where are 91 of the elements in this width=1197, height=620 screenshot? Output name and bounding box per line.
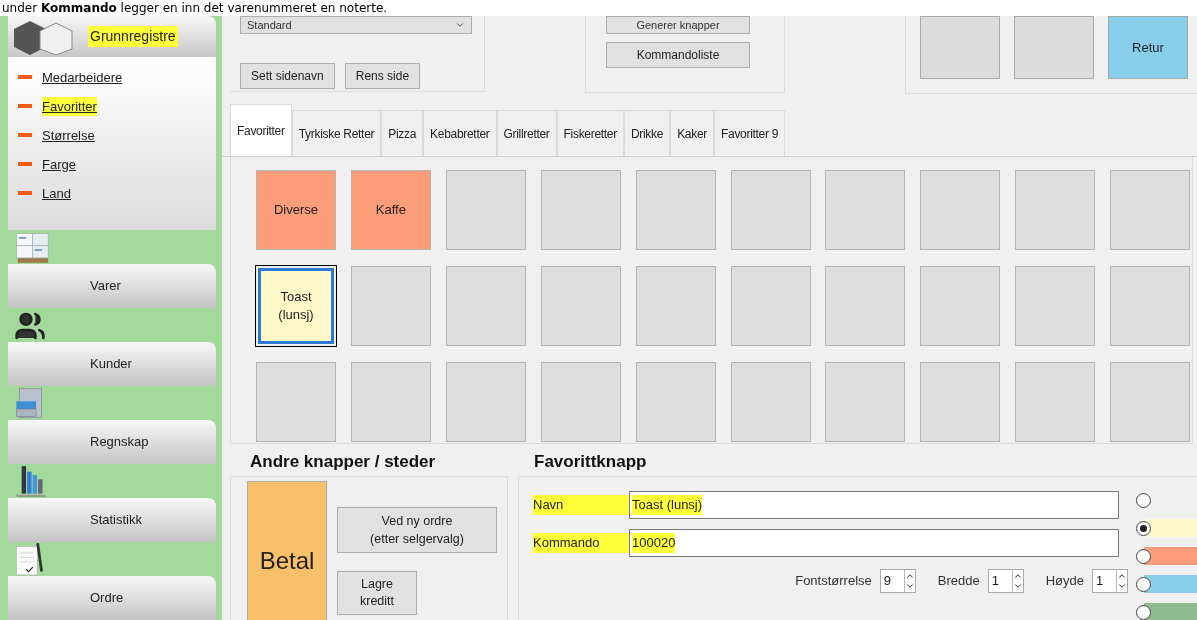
dash-icon (18, 191, 32, 196)
new-order-button[interactable]: Ved ny ordre (etter selgervalg) (337, 507, 497, 553)
empty-favorite-slot[interactable] (635, 170, 716, 250)
sidebar-link[interactable]: Farge (42, 154, 76, 175)
empty-favorite-slot[interactable] (1110, 266, 1191, 346)
filing-cabinet-icon (14, 386, 45, 420)
spinner-label: Fontstørrelse (795, 572, 872, 591)
document-with-pen-icon (14, 542, 45, 576)
empty-favorite-slot[interactable] (1110, 362, 1191, 442)
spinner-label: Høyde (1045, 572, 1084, 591)
tab[interactable]: Fiskeretter (556, 110, 624, 156)
nav-button[interactable]: Regnskap (8, 420, 216, 464)
empty-favorite-slot[interactable] (1015, 266, 1096, 346)
tab[interactable]: Tyrkiske Retter (291, 110, 382, 156)
favorite-button[interactable]: Diverse (256, 170, 336, 250)
tab[interactable]: Kaker (670, 110, 714, 156)
nav-button[interactable]: Ordre (8, 576, 216, 620)
tab[interactable]: Favoritter 9 (714, 110, 786, 156)
empty-favorite-slot[interactable] (635, 266, 716, 346)
sidebar-header-label: Grunnregistre (88, 26, 178, 48)
empty-favorite-slot[interactable] (825, 266, 906, 346)
empty-favorite-slot[interactable] (1110, 170, 1191, 250)
number-spinner[interactable]: 1 (1092, 569, 1128, 593)
dash-icon (18, 75, 32, 80)
number-spinner[interactable]: 1 (987, 569, 1024, 593)
shortcut-button[interactable] (920, 16, 1000, 79)
empty-favorite-slot[interactable] (540, 170, 621, 250)
tab[interactable]: Grillretter (496, 110, 557, 156)
group-title: Favorittknapp (533, 451, 648, 473)
pay-button[interactable]: Betal (247, 481, 327, 620)
boxes-on-pallet-icon (14, 230, 52, 264)
shortcut-button[interactable] (1014, 16, 1094, 79)
empty-favorite-slot[interactable] (445, 362, 526, 442)
text-field[interactable]: 100020 (629, 529, 1119, 557)
page-button[interactable]: Sett sidenavn (240, 63, 335, 89)
caret-icon (455, 20, 465, 30)
dash-icon (18, 162, 32, 167)
spinner-label: Bredde (937, 572, 980, 591)
sidebar-link[interactable]: Størrelse (42, 125, 95, 146)
empty-favorite-slot[interactable] (920, 266, 1001, 346)
sidebar-link[interactable]: Land (42, 183, 71, 204)
empty-favorite-slot[interactable] (920, 362, 1001, 442)
empty-favorite-slot[interactable] (350, 362, 431, 442)
nav-button[interactable]: Kunder (8, 342, 216, 386)
generate-button[interactable]: Generer knapper (606, 16, 750, 34)
empty-favorite-slot[interactable] (825, 362, 906, 442)
field-label: Kommando (533, 533, 629, 553)
number-spinner[interactable]: 9 (879, 569, 916, 593)
empty-favorite-slot[interactable] (730, 362, 811, 442)
tab[interactable]: Pizza (381, 110, 424, 156)
favorite-button[interactable]: Toast (lunsj) (258, 268, 334, 344)
nav-button[interactable]: Statistikk (8, 498, 216, 542)
dash-icon (18, 133, 32, 138)
tab[interactable]: Favoritter (230, 104, 292, 156)
spin-arrows-icon (903, 570, 915, 592)
page-dropdown[interactable]: Standard (240, 16, 472, 34)
empty-favorite-slot[interactable] (540, 266, 621, 346)
empty-favorite-slot[interactable] (445, 266, 526, 346)
tab[interactable]: Kebabretter (423, 110, 497, 156)
nav-button[interactable]: Varer (8, 264, 216, 308)
favorite-button[interactable]: Kaffe (350, 170, 431, 250)
sidebar-link[interactable]: Favoritter (42, 96, 97, 117)
empty-favorite-slot[interactable] (920, 170, 1001, 250)
document-text: under Kommando legger en inn det varenummeret en noterte. (1, 1, 388, 15)
empty-favorite-slot[interactable] (256, 362, 336, 442)
empty-favorite-slot[interactable] (730, 266, 811, 346)
sidebar-header[interactable]: Grunnregistre (8, 16, 216, 58)
save-credit-button[interactable]: Lagre kreditt (337, 571, 417, 615)
command-list-button[interactable]: Kommandoliste (606, 42, 750, 68)
tab[interactable]: Drikke (623, 110, 671, 156)
empty-favorite-slot[interactable] (730, 170, 811, 250)
empty-favorite-slot[interactable] (1015, 170, 1096, 250)
dash-icon (18, 104, 32, 109)
empty-favorite-slot[interactable] (635, 362, 716, 442)
people-icon (14, 310, 46, 342)
page-button[interactable]: Rens side (344, 63, 421, 89)
spin-arrows-icon (1011, 570, 1023, 592)
text-field[interactable]: Toast (lunsj) (629, 491, 1119, 519)
bar-chart-icon (14, 464, 48, 498)
cubes-icon (12, 18, 74, 55)
return-button[interactable]: Retur (1108, 16, 1188, 79)
group-title: Andre knapper / steder (249, 451, 437, 473)
empty-favorite-slot[interactable] (350, 266, 431, 346)
field-label: Navn (533, 495, 629, 515)
spin-arrows-icon (1116, 570, 1127, 592)
empty-favorite-slot[interactable] (825, 170, 906, 250)
sidebar-link[interactable]: Medarbeidere (42, 67, 123, 88)
empty-favorite-slot[interactable] (1015, 362, 1096, 442)
color-radio[interactable] (1136, 492, 1151, 508)
empty-favorite-slot[interactable] (540, 362, 621, 442)
empty-favorite-slot[interactable] (445, 170, 526, 250)
